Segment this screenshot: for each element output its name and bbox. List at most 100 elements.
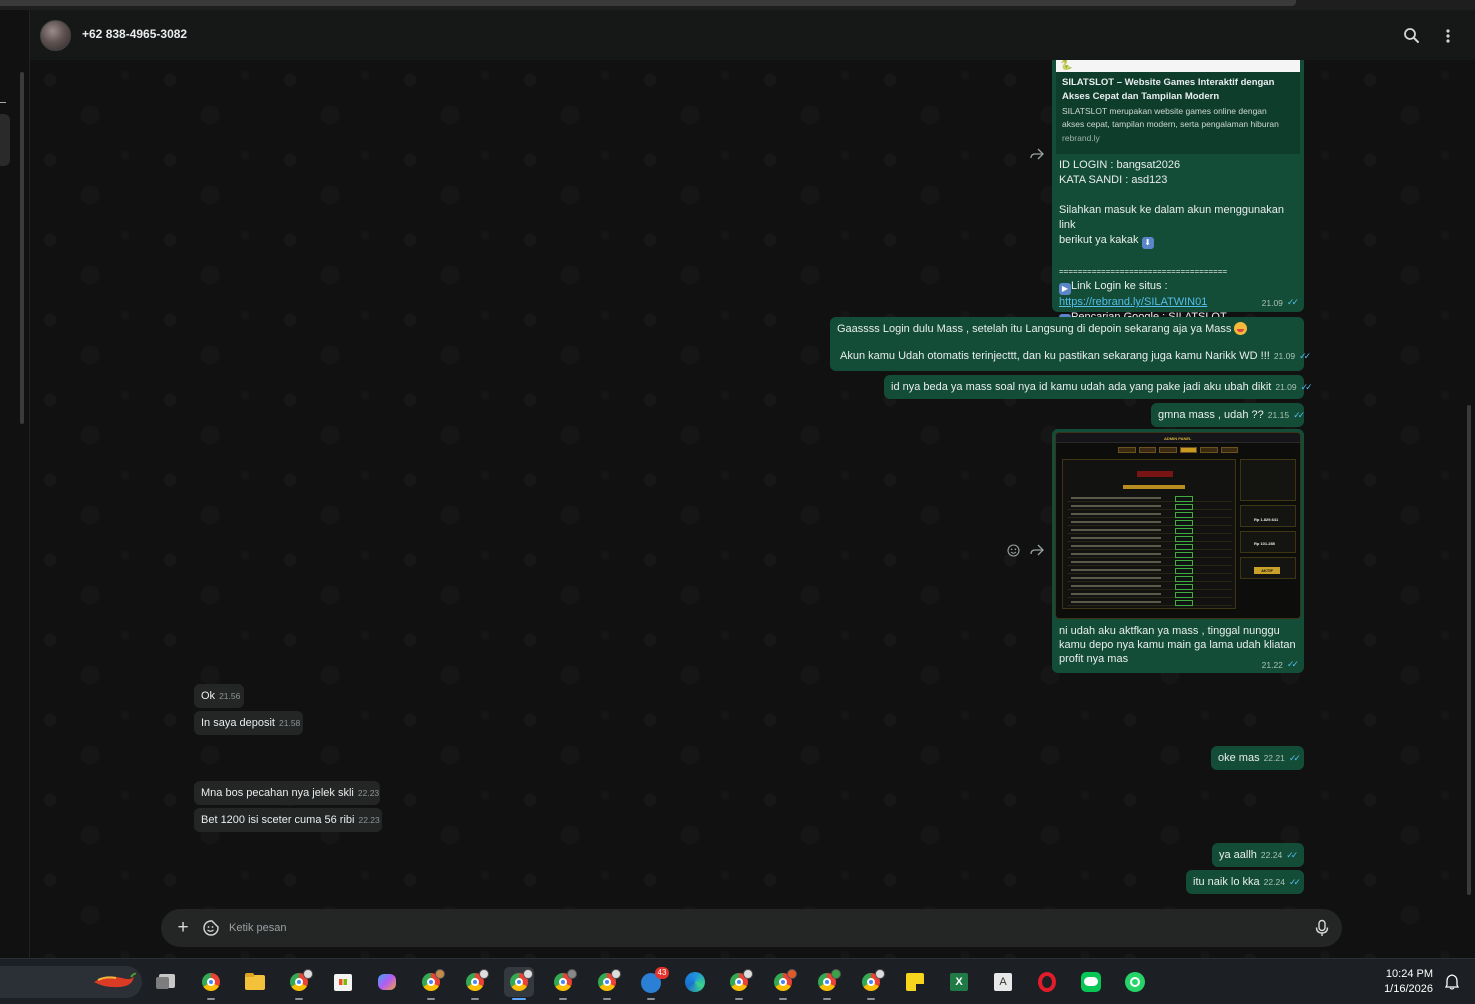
message-outgoing[interactable]: ya aallh 22.24 ✓✓ [1212, 843, 1304, 867]
taskbar-time: 10:24 PM [1385, 968, 1433, 980]
sticker-icon[interactable] [202, 919, 220, 937]
message-outgoing[interactable]: Gaassss Login dulu Mass , setelah itu La… [830, 317, 1311, 371]
message-input[interactable] [229, 918, 1299, 938]
rail-scrollbar[interactable] [20, 72, 24, 424]
search-icon[interactable] [1402, 26, 1422, 46]
chrome-profile-icon[interactable] [856, 967, 886, 1000]
message-incoming[interactable]: Ok 21.56 [194, 684, 244, 708]
menu-dots-icon[interactable] [1438, 26, 1458, 46]
message-outgoing[interactable]: itu naik lo kka 22.24 ✓✓ [1186, 870, 1304, 894]
message-incoming[interactable]: Mna bos pecahan nya jelek skli 22.23 [194, 781, 380, 805]
line-app-icon[interactable] [1076, 967, 1106, 997]
message-meta: 21.09 ✓✓ [1274, 349, 1311, 364]
emoji-reaction-icon[interactable] [1007, 544, 1020, 557]
taskbar-clock[interactable]: 10:24 PM 1/16/2026 [1384, 967, 1433, 997]
messaging-app-icon[interactable]: 43 [636, 967, 669, 1000]
message-time: 22.21 [1263, 753, 1285, 763]
chrome-profile-icon[interactable] [416, 967, 446, 1000]
chrome-profile-icon[interactable] [548, 967, 578, 1000]
message-outgoing[interactable]: oke mas 22.21 ✓✓ [1211, 746, 1304, 770]
chrome-icon[interactable] [196, 967, 226, 1000]
message-text: ya aallh [1219, 849, 1257, 861]
contact-avatar[interactable] [40, 20, 71, 51]
browser-top-strip [0, 0, 1475, 10]
read-ticks-icon: ✓✓ [1293, 410, 1305, 420]
whatsapp-icon[interactable] [1120, 967, 1150, 997]
forward-icon[interactable] [1030, 544, 1044, 556]
read-ticks-icon: ✓✓ [1288, 753, 1301, 763]
read-ticks-icon: ✓✓ [1286, 297, 1299, 307]
link-label: Link Login ke situs : [1071, 280, 1168, 292]
message-meta: 21.09 ✓✓ [1275, 380, 1313, 395]
chrome-profile-icon[interactable] [768, 967, 798, 1000]
message-text: In saya deposit [201, 717, 275, 729]
chrome-profile-icon[interactable] [284, 967, 314, 1000]
panel-side-info: Rp 1.829.641 Rp 101.285 AKTIF [1240, 459, 1296, 609]
whatsapp-web-window: +62 838-4965-3082 🐍 SILATSLOT – Website … [0, 0, 1475, 1004]
message-incoming[interactable]: Bet 1200 isi sceter cuma 56 ribi 22.23 [194, 808, 382, 832]
chili-pepper-icon [92, 972, 137, 990]
chrome-profile-icon[interactable] [724, 967, 754, 1000]
chrome-profile-icon[interactable] [812, 967, 842, 1000]
message-meta: 21.58 [279, 716, 300, 731]
message-meta: 22.21 ✓✓ [1263, 751, 1301, 766]
read-ticks-icon: ✓✓ [1286, 850, 1298, 860]
panel-title: ADMIN PANEL [1164, 436, 1192, 441]
message-time: 21.15 [1267, 410, 1290, 420]
separator-line: ==================================== [1059, 267, 1228, 276]
message-time: 21.22 [1261, 659, 1283, 670]
message-outgoing[interactable]: id nya beda ya mass soal nya id kamu uda… [884, 375, 1313, 399]
message-image-outgoing[interactable]: ADMIN PANEL Rp 1.829.641 Rp 101.285 AKTI… [1052, 429, 1304, 673]
sticky-notes-icon[interactable] [900, 967, 930, 997]
admin-panel-screenshot[interactable]: ADMIN PANEL Rp 1.829.641 Rp 101.285 AKTI… [1055, 432, 1301, 619]
message-outgoing[interactable]: gmna mass , udah ?? 21.15 ✓✓ [1151, 403, 1305, 427]
contact-name[interactable]: +62 838-4965-3082 [82, 27, 187, 41]
browser-tab-bar [0, 0, 1296, 6]
password-line: KATA SANDI : asd123 [1059, 174, 1168, 186]
forward-icon[interactable] [1030, 148, 1044, 160]
message-meta: 22.23 [358, 813, 379, 828]
chrome-active-icon[interactable] [504, 967, 534, 1000]
opera-icon[interactable] [1032, 967, 1062, 997]
message-text: Bet 1200 isi sceter cuma 56 ribi [201, 814, 355, 826]
play-emoji-icon: ▶ [1059, 283, 1071, 295]
message-text: gmna mass , udah ?? [1158, 409, 1264, 421]
message-time: 22.24 [1260, 850, 1283, 860]
message-incoming[interactable]: In saya deposit 21.58 [194, 711, 303, 735]
font-viewer-icon[interactable]: A [988, 967, 1018, 997]
message-time: 21.58 [279, 718, 301, 728]
chat-scrollbar[interactable] [1467, 405, 1471, 895]
down-arrow-emoji-icon: ⬇ [1141, 237, 1154, 249]
panel-tabs [1118, 447, 1238, 453]
link-preview-title-1: SILATSLOT – Website Games Interaktif den… [1062, 77, 1275, 88]
microsoft-store-icon[interactable] [328, 967, 358, 997]
notification-bell-icon[interactable] [1444, 974, 1460, 990]
message-text: Mna bos pecahan nya jelek skli [201, 787, 354, 799]
message-text: Ok [201, 690, 216, 702]
rail-active-item[interactable] [0, 114, 10, 166]
login-id-line: ID LOGIN : bangsat2026 [1059, 159, 1181, 171]
file-explorer-icon[interactable] [240, 967, 270, 997]
read-ticks-icon: ✓✓ [1299, 350, 1311, 361]
taskbar-date: 1/16/2026 [1384, 983, 1433, 995]
message-meta: 22.24 ✓✓ [1263, 875, 1301, 890]
left-sidebar-rail [0, 10, 30, 958]
message-composer: + [161, 909, 1342, 947]
message-meta: 21.15 ✓✓ [1267, 408, 1305, 423]
copilot-icon[interactable] [372, 967, 402, 997]
plus-icon[interactable]: + [174, 918, 192, 938]
excel-icon[interactable]: X [944, 967, 974, 997]
read-ticks-icon: ✓✓ [1300, 382, 1313, 392]
message-time: 22.24 [1263, 877, 1285, 887]
chrome-profile-icon[interactable] [592, 967, 622, 1000]
read-ticks-icon: ✓✓ [1286, 659, 1299, 669]
rail-tick [0, 102, 6, 103]
chrome-profile-icon[interactable] [460, 967, 490, 1000]
link-preview-desc-2: akses cepat, tampilan modern, serta peng… [1062, 119, 1279, 129]
message-meta: 21.56 [219, 689, 240, 704]
edge-icon[interactable] [680, 967, 710, 997]
message-credentials[interactable]: 🐍 SILATSLOT – Website Games Interaktif d… [1052, 60, 1304, 326]
link-preview-card[interactable]: SILATSLOT – Website Games Interaktif den… [1056, 72, 1300, 154]
task-view-icon[interactable] [152, 967, 182, 997]
mic-icon[interactable] [1314, 919, 1330, 937]
